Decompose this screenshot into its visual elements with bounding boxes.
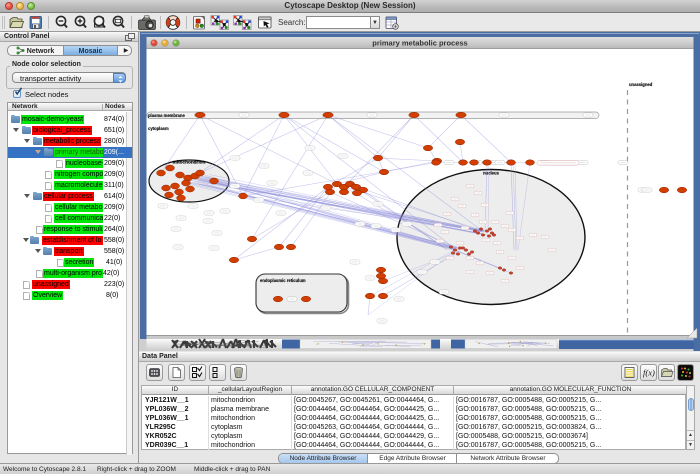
svg-text:cytoplasm: cytoplasm xyxy=(148,126,169,131)
svg-text:f(x): f(x) xyxy=(643,368,655,378)
svg-text:endoplasmic reticulum: endoplasmic reticulum xyxy=(260,278,306,283)
svg-text:mitochondrion: mitochondrion xyxy=(173,160,206,165)
svg-text:plasma membrane: plasma membrane xyxy=(148,113,185,118)
svg-text:unassigned: unassigned xyxy=(629,82,653,87)
svg-text:nucleus: nucleus xyxy=(483,171,499,176)
svg-text:primary metabolic process: primary metabolic process xyxy=(372,39,467,48)
